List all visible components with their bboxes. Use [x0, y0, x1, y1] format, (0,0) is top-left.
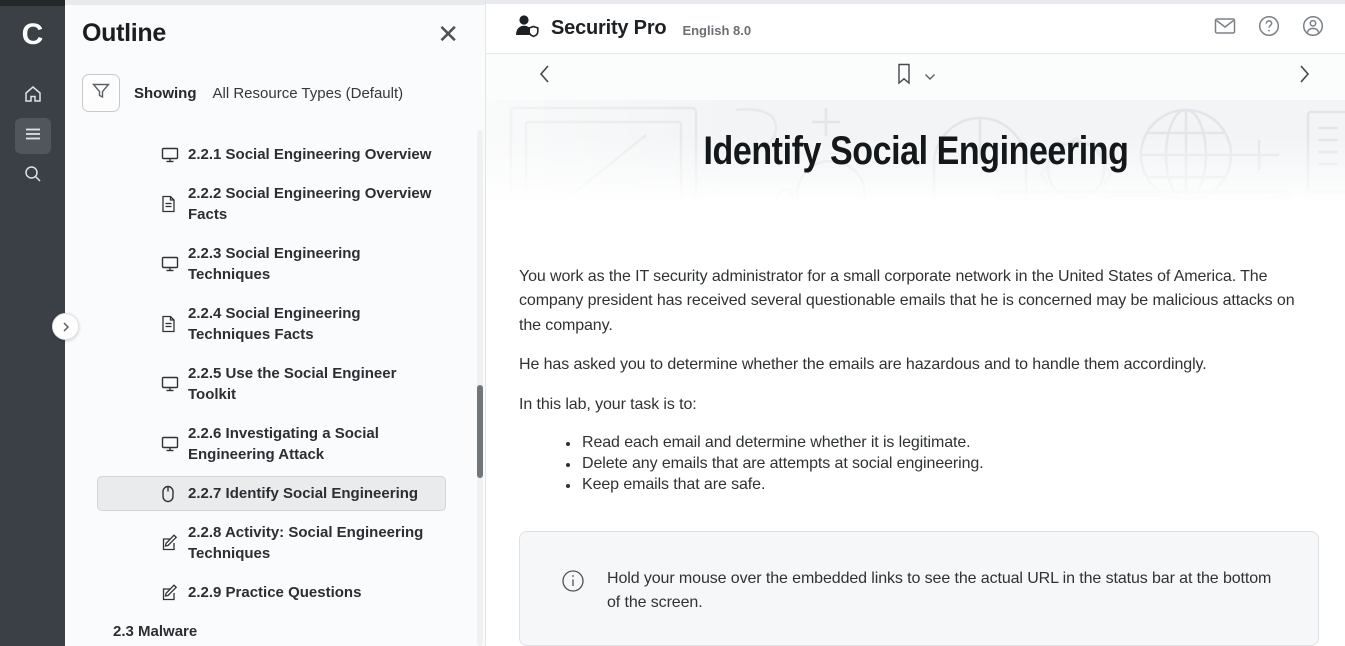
- lesson-title-banner: Identify Social Engineering: [486, 100, 1345, 203]
- video-icon: [161, 147, 179, 163]
- main-area: Security Pro English 8.0: [486, 0, 1345, 646]
- task-item: Read each email and determine whether it…: [580, 432, 1319, 453]
- bookmark-button[interactable]: [896, 63, 912, 90]
- outline-section-header[interactable]: 2.3 Malware: [97, 614, 446, 646]
- lesson-content: You work as the IT security administrato…: [486, 203, 1345, 646]
- info-note-box: Hold your mouse over the embedded links …: [519, 531, 1319, 646]
- outline-item[interactable]: 2.2.6 Investigating a Social Engineering…: [97, 416, 446, 472]
- close-icon[interactable]: ✕: [437, 21, 459, 47]
- outline-item[interactable]: 2.2.1 Social Engineering Overview: [97, 137, 446, 172]
- outline-item[interactable]: 2.2.5 Use the Social Engineer Toolkit: [97, 356, 446, 412]
- app-window: C: [0, 0, 1345, 646]
- activity-edit-icon: [161, 534, 179, 552]
- chevron-left-icon: [538, 64, 551, 89]
- outline-button[interactable]: [15, 118, 51, 154]
- info-icon: [561, 567, 585, 615]
- app-logo-letter: C: [22, 18, 44, 52]
- document-icon: [161, 315, 179, 333]
- help-icon: [1258, 15, 1280, 42]
- video-icon: [161, 256, 179, 272]
- panel-collapse-toggle[interactable]: [52, 313, 79, 340]
- info-note-text: Hold your mouse over the embedded links …: [607, 567, 1278, 615]
- previous-lesson-button[interactable]: [524, 57, 564, 97]
- security-pro-logo-icon: [513, 13, 541, 44]
- outline-scrollbar-thumb[interactable]: [477, 385, 483, 478]
- outline-item[interactable]: 2.2.3 Social Engineering Techniques: [97, 236, 446, 292]
- app-logo[interactable]: C: [0, 6, 65, 64]
- outline-item[interactable]: 2.2.9 Practice Questions: [97, 575, 446, 610]
- filter-funnel-icon: [91, 81, 111, 106]
- scenario-paragraph-2: He has asked you to determine whether th…: [519, 353, 1319, 378]
- mail-icon: [1214, 17, 1236, 40]
- outline-item-label: 2.2.4 Social Engineering Techniques Fact…: [188, 303, 437, 345]
- filter-value[interactable]: All Resource Types (Default): [213, 85, 404, 102]
- activity-edit-icon: [161, 584, 179, 602]
- outline-item-selected[interactable]: 2.2.7 Identify Social Engineering: [97, 476, 446, 511]
- task-list: Read each email and determine whether it…: [580, 432, 1319, 495]
- home-button[interactable]: [15, 78, 51, 114]
- outline-menu-icon: [24, 125, 42, 148]
- lesson-title: Identify Social Engineering: [704, 129, 1129, 174]
- outline-item-label: 2.2.6 Investigating a Social Engineering…: [188, 423, 437, 465]
- outline-item-label: 2.2.1 Social Engineering Overview: [188, 144, 431, 165]
- document-icon: [161, 195, 179, 213]
- product-edition: English 8.0: [682, 23, 751, 38]
- scenario-paragraph-1: You work as the IT security administrato…: [519, 265, 1319, 339]
- lab-mouse-icon: [161, 485, 179, 503]
- outline-list: 2.2.1 Social Engineering Overview 2.2.2 …: [97, 137, 446, 646]
- outline-item-label: 2.2.8 Activity: Social Engineering Techn…: [188, 522, 437, 564]
- outline-item[interactable]: 2.2.2 Social Engineering Overview Facts: [97, 176, 446, 232]
- account-icon: [1302, 15, 1324, 42]
- video-icon: [161, 436, 179, 452]
- outline-section-label: 2.3 Malware: [113, 621, 197, 642]
- task-item: Delete any emails that are attempts at s…: [580, 453, 1319, 474]
- search-icon: [23, 164, 43, 189]
- filter-button[interactable]: [82, 74, 120, 112]
- next-lesson-button[interactable]: [1284, 57, 1324, 97]
- task-intro: In this lab, your task is to:: [519, 393, 1319, 418]
- outline-item[interactable]: 2.2.8 Activity: Social Engineering Techn…: [97, 515, 446, 571]
- outline-item[interactable]: 2.2.4 Social Engineering Techniques Fact…: [97, 296, 446, 352]
- messages-button[interactable]: [1213, 16, 1237, 40]
- video-icon: [161, 376, 179, 392]
- home-icon: [23, 84, 43, 109]
- search-button[interactable]: [15, 158, 51, 194]
- lesson-navbar: [486, 54, 1345, 100]
- outline-title: Outline: [82, 19, 166, 48]
- help-button[interactable]: [1257, 16, 1281, 40]
- chevron-right-icon: [1298, 64, 1311, 89]
- outline-item-label: 2.2.3 Social Engineering Techniques: [188, 243, 437, 285]
- outline-item-label: 2.2.5 Use the Social Engineer Toolkit: [188, 363, 437, 405]
- bookmark-dropdown-button[interactable]: [924, 68, 936, 86]
- product-header: Security Pro English 8.0: [486, 4, 1345, 54]
- filter-showing-label: Showing: [134, 85, 197, 102]
- chevron-down-icon: [924, 68, 936, 86]
- product-title: Security Pro: [551, 17, 666, 40]
- outline-item-label: 2.2.7 Identify Social Engineering: [188, 483, 418, 504]
- outline-panel: Outline ✕ Showing All Resource Types (De…: [65, 0, 486, 646]
- bookmark-icon: [896, 63, 912, 90]
- account-button[interactable]: [1301, 16, 1325, 40]
- outline-item-label: 2.2.2 Social Engineering Overview Facts: [188, 183, 437, 225]
- outline-item-label: 2.2.9 Practice Questions: [188, 582, 361, 603]
- task-item: Keep emails that are safe.: [580, 474, 1319, 495]
